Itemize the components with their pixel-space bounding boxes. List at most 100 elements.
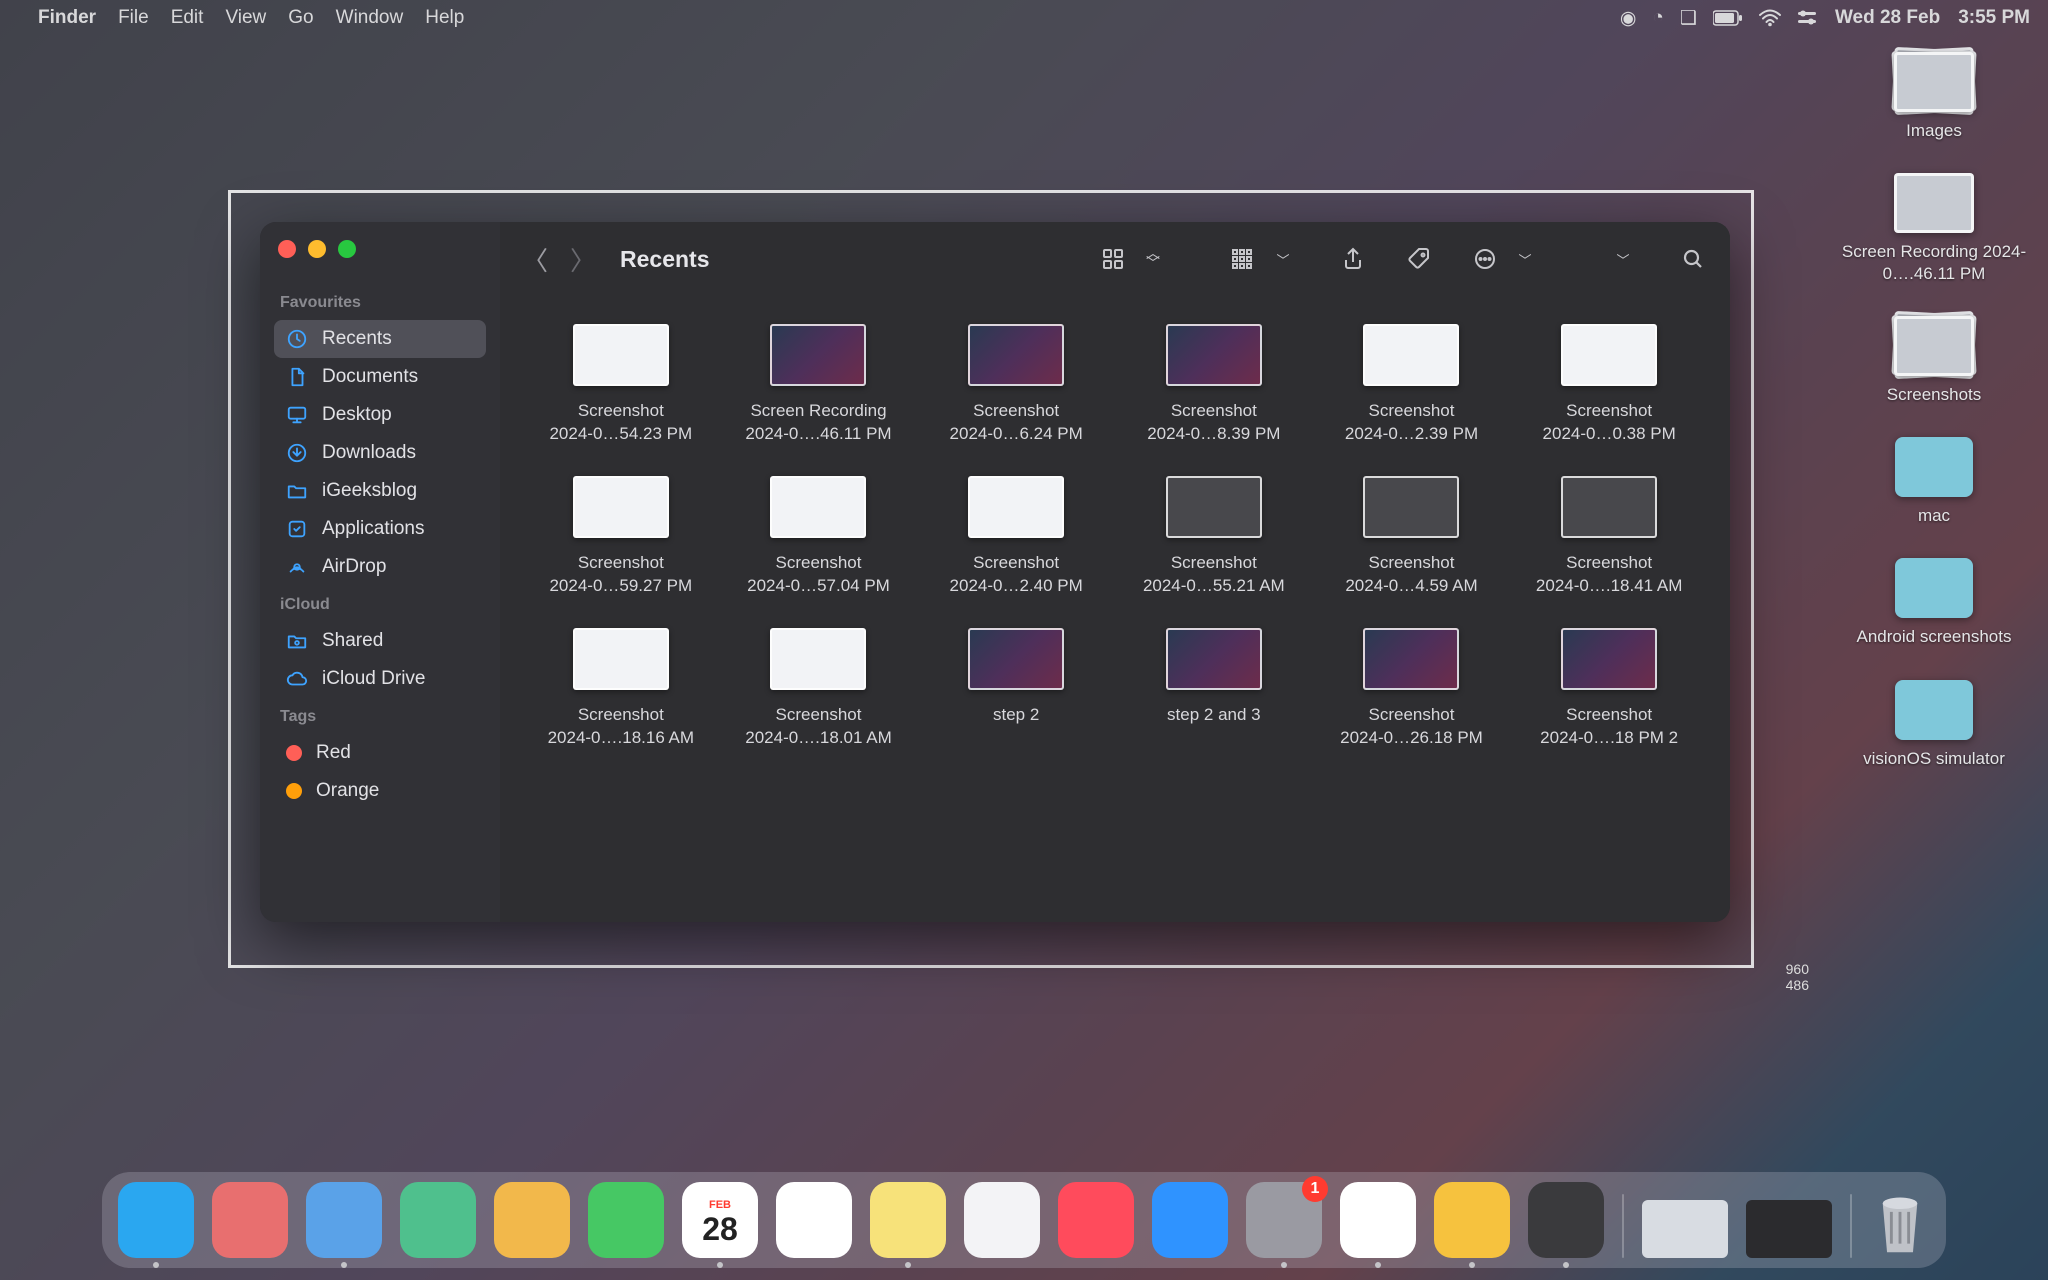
status-sync-icon[interactable]: ◔ [1652, 7, 1663, 29]
group-by-chevron-icon[interactable]: ﹀ [1264, 242, 1302, 276]
menu-window[interactable]: Window [336, 7, 404, 29]
desktop-icon[interactable]: Screenshots [1834, 316, 2034, 405]
desktop-icon[interactable]: Android screenshots [1834, 558, 2034, 647]
share-button[interactable] [1334, 242, 1372, 276]
status-wifi-icon[interactable] [1759, 9, 1781, 27]
dock-app-settings[interactable]: 1 [1246, 1182, 1322, 1258]
nav-forward-button[interactable]: 〉 [566, 242, 600, 276]
nav-back-button[interactable]: 〈 [518, 242, 552, 276]
status-battery-icon[interactable] [1713, 10, 1743, 26]
file-item[interactable]: Screenshot2024-0…8.39 PM [1123, 324, 1305, 446]
toolbar-chevron-icon[interactable]: ﹀ [1604, 242, 1642, 276]
desktop-icon-label: visionOS simulator [1863, 748, 2005, 769]
dock-recent-file2[interactable] [1746, 1200, 1832, 1258]
sidebar-item-recents[interactable]: Recents [274, 320, 486, 358]
sidebar-item-shared[interactable]: Shared [274, 622, 486, 660]
dock-app-figma[interactable] [1528, 1182, 1604, 1258]
file-item[interactable]: Screenshot2024-0…2.40 PM [925, 476, 1107, 598]
sidebar-item-airdrop[interactable]: AirDrop [274, 548, 486, 586]
file-item[interactable]: Screenshot2024-0…2.39 PM [1321, 324, 1503, 446]
file-item[interactable]: Screenshot2024-0…54.23 PM [530, 324, 712, 446]
close-button[interactable] [278, 240, 296, 258]
download-icon [286, 442, 308, 464]
file-name: Screenshot2024-0…4.59 AM [1345, 552, 1477, 598]
file-item[interactable]: Screenshot2024-0….18.41 AM [1518, 476, 1700, 598]
dock-app-appstore[interactable] [1152, 1182, 1228, 1258]
status-record-icon[interactable]: ◉ [1620, 7, 1637, 30]
file-item[interactable]: Screenshot2024-0….18.01 AM [728, 628, 910, 750]
menu-help[interactable]: Help [425, 7, 464, 29]
sidebar-tag-red[interactable]: Red [274, 734, 486, 772]
sidebar-item-downloads[interactable]: Downloads [274, 434, 486, 472]
desktop-icon[interactable]: Images [1834, 52, 2034, 141]
file-name: step 2 and 3 [1167, 704, 1261, 727]
group-by-button[interactable] [1224, 242, 1262, 276]
sidebar-tag-orange[interactable]: Orange [274, 772, 486, 810]
dock-app-reminders[interactable] [776, 1182, 852, 1258]
menu-view[interactable]: View [225, 7, 266, 29]
menubar-date[interactable]: Wed 28 Feb [1835, 7, 1940, 29]
dock-app-facetime[interactable] [588, 1182, 664, 1258]
desktop-icon-label: mac [1918, 505, 1950, 526]
file-item[interactable]: step 2 [925, 628, 1107, 750]
file-item[interactable]: Screenshot2024-0…59.27 PM [530, 476, 712, 598]
dock-app-chrome[interactable] [1340, 1182, 1416, 1258]
dock-app-photos[interactable] [494, 1182, 570, 1258]
file-item[interactable]: Screenshot2024-0…0.38 PM [1518, 324, 1700, 446]
menubar-time[interactable]: 3:55 PM [1958, 7, 2030, 29]
dock-app-finder[interactable] [118, 1182, 194, 1258]
dock-app-mail[interactable] [306, 1182, 382, 1258]
menubar: Finder File Edit View Go Window Help ◉ ◔… [0, 0, 2048, 36]
minimize-button[interactable] [308, 240, 326, 258]
file-item[interactable]: Screen Recording2024-0….46.11 PM [728, 324, 910, 446]
actions-button[interactable] [1466, 242, 1504, 276]
view-options-chevron-icon[interactable]: ︿﹀ [1134, 242, 1172, 276]
file-item[interactable]: Screenshot2024-0…6.24 PM [925, 324, 1107, 446]
search-button[interactable] [1674, 242, 1712, 276]
sidebar-item-documents[interactable]: Documents [274, 358, 486, 396]
tags-button[interactable] [1400, 242, 1438, 276]
dock-app-basecamp[interactable] [1434, 1182, 1510, 1258]
sidebar-item-igeeksblog[interactable]: iGeeksblog [274, 472, 486, 510]
file-thumb-icon [968, 628, 1064, 690]
file-item[interactable]: Screenshot2024-0…55.21 AM [1123, 476, 1305, 598]
menu-go[interactable]: Go [288, 7, 313, 29]
file-name: Screenshot2024-0…2.40 PM [950, 552, 1083, 598]
desktop-icon[interactable]: mac [1834, 437, 2034, 526]
file-item[interactable]: Screenshot2024-0…4.59 AM [1321, 476, 1503, 598]
dock-trash[interactable] [1870, 1186, 1930, 1258]
dock-app-calendar[interactable]: FEB28 [682, 1182, 758, 1258]
fullscreen-button[interactable] [338, 240, 356, 258]
sidebar-item-desktop[interactable]: Desktop [274, 396, 486, 434]
actions-chevron-icon[interactable]: ﹀ [1506, 242, 1544, 276]
status-stack-icon[interactable]: ❑ [1680, 7, 1697, 30]
desktop-icon[interactable]: visionOS simulator [1834, 680, 2034, 769]
file-item[interactable]: Screenshot2024-0….18.16 AM [530, 628, 712, 750]
folder-icon [1895, 437, 1973, 497]
finder-window[interactable]: Favourites RecentsDocumentsDesktopDownlo… [260, 222, 1730, 922]
dock-app-notes[interactable] [870, 1182, 946, 1258]
sidebar-item-icloud-drive[interactable]: iCloud Drive [274, 660, 486, 698]
status-control-center-icon[interactable] [1797, 9, 1817, 27]
dock-app-music[interactable] [1058, 1182, 1134, 1258]
sidebar-item-label: Documents [322, 366, 418, 388]
desktop-icon[interactable]: Screen Recording 2024-0….46.11 PM [1834, 173, 2034, 284]
sidebar-item-applications[interactable]: Applications [274, 510, 486, 548]
menu-edit[interactable]: Edit [171, 7, 204, 29]
file-item[interactable]: Screenshot2024-0…26.18 PM [1321, 628, 1503, 750]
dock-app-launchpad[interactable] [212, 1182, 288, 1258]
sidebar-item-label: Recents [322, 328, 392, 350]
dock-app-freeform[interactable] [964, 1182, 1040, 1258]
dock-recent-file1[interactable] [1642, 1200, 1728, 1258]
view-icon-button[interactable] [1094, 242, 1132, 276]
files-grid[interactable]: Screenshot2024-0…54.23 PMScreen Recordin… [500, 296, 1730, 922]
desktop-icon-label: Android screenshots [1857, 626, 2012, 647]
file-name: Screenshot2024-0…55.21 AM [1143, 552, 1285, 598]
file-thumb-icon [1561, 324, 1657, 386]
dock-app-maps[interactable] [400, 1182, 476, 1258]
file-item[interactable]: Screenshot2024-0…57.04 PM [728, 476, 910, 598]
file-item[interactable]: Screenshot2024-0….18 PM 2 [1518, 628, 1700, 750]
menu-file[interactable]: File [118, 7, 149, 29]
menubar-app-name[interactable]: Finder [38, 7, 96, 29]
file-item[interactable]: step 2 and 3 [1123, 628, 1305, 750]
